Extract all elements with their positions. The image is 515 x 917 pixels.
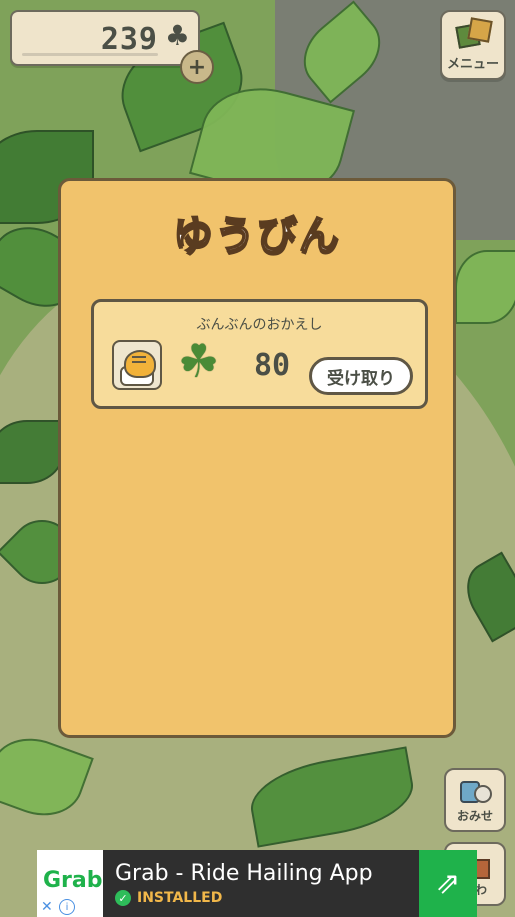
ad-banner[interactable]: Grab ✕ i Grab - Ride Hailing App ✓ INSTA…: [37, 850, 477, 917]
plant-leaf: [455, 250, 515, 324]
ad-info-icon[interactable]: i: [59, 899, 75, 915]
shop-bag-icon: [458, 779, 492, 803]
clover-icon: ♣: [164, 19, 190, 52]
shop-button[interactable]: おみせ: [444, 768, 506, 832]
mail-sender: ぶんぶんのおかえし: [196, 317, 323, 333]
mail-dialog: ゆうびん ぶんぶんのおかえし ☘ 80 受け取り: [58, 178, 456, 738]
menu-icon: [455, 17, 493, 49]
reward-amount: 80: [254, 348, 291, 383]
clover-counter: 239 ♣: [10, 10, 200, 66]
mail-item: ぶんぶんのおかえし ☘ 80 受け取り: [91, 299, 428, 409]
ad-status-text: INSTALLED: [137, 890, 223, 906]
shop-label: おみせ: [456, 809, 493, 823]
menu-label: メニュー: [446, 57, 499, 72]
receive-button[interactable]: 受け取り: [309, 357, 413, 395]
ad-status: ✓ INSTALLED: [115, 890, 419, 906]
dialog-title: ゆうびん: [172, 212, 341, 260]
ad-close-icon[interactable]: ✕: [41, 899, 53, 915]
add-clover-button[interactable]: +: [180, 50, 214, 84]
check-icon: ✓: [115, 890, 131, 906]
ad-open-button[interactable]: ⇗: [419, 850, 477, 917]
clover-count: 239: [100, 22, 158, 57]
sender-bug-icon: [112, 340, 162, 390]
ad-logo[interactable]: Grab ✕ i: [37, 850, 103, 917]
clover-icon: ☘: [178, 334, 220, 388]
open-external-icon: ⇗: [435, 866, 461, 901]
ad-text[interactable]: Grab - Ride Hailing App ✓ INSTALLED: [103, 861, 419, 906]
ad-logo-text: Grab: [43, 868, 103, 893]
menu-button[interactable]: メニュー: [440, 10, 506, 80]
ad-title: Grab - Ride Hailing App: [115, 861, 373, 886]
counter-underline: [22, 53, 158, 56]
